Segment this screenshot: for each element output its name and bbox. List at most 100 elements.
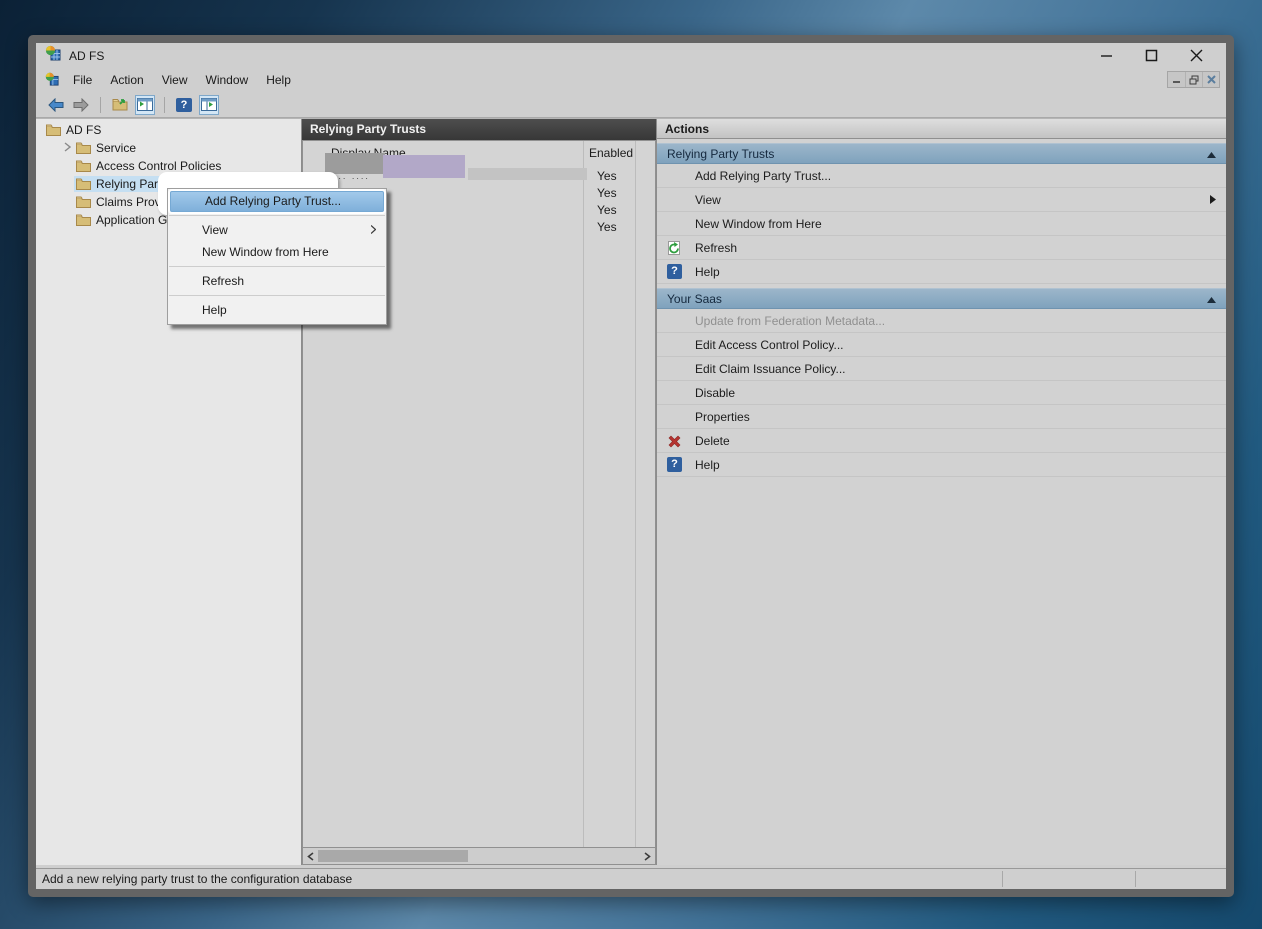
redaction-block-gray	[325, 153, 385, 174]
menu-item-new-window-from-here[interactable]: New Window from Here	[168, 241, 386, 263]
column-divider[interactable]	[635, 141, 636, 847]
folder-icon	[76, 160, 91, 172]
folder-icon	[46, 124, 61, 136]
action-label: Delete	[695, 429, 730, 453]
list-cell-enabled: Yes	[597, 169, 617, 183]
status-bar-divider	[1002, 871, 1003, 887]
child-minimize-icon[interactable]	[1168, 72, 1185, 87]
action-label: Disable	[695, 381, 735, 405]
chevron-right-icon[interactable]	[60, 141, 74, 155]
list-cell-enabled: Yes	[597, 220, 617, 234]
action-label: Edit Access Control Policy...	[695, 333, 844, 357]
menu-file[interactable]: File	[64, 70, 101, 90]
action-disable[interactable]: Disable	[657, 381, 1226, 405]
list-cell-enabled: Yes	[597, 186, 617, 200]
actions-section-your-saas[interactable]: Your Saas	[657, 288, 1226, 309]
action-label: Refresh	[695, 236, 737, 260]
list-cell-enabled: Yes	[597, 203, 617, 217]
action-add-relying-party-trust[interactable]: Add Relying Party Trust...	[657, 164, 1226, 188]
menu-item-label: View	[202, 219, 228, 241]
collapse-icon[interactable]	[1207, 144, 1216, 164]
action-label: New Window from Here	[695, 212, 822, 236]
section-title: Relying Party Trusts	[667, 144, 774, 164]
menu-item-view[interactable]: View	[168, 219, 386, 241]
help-icon: ?	[667, 264, 682, 279]
tree-label: Access Control Policies	[96, 159, 221, 173]
action-edit-claim-issuance-policy[interactable]: Edit Claim Issuance Policy...	[657, 357, 1226, 381]
desktop: AD FS	[0, 0, 1262, 929]
help-toolbar-icon[interactable]: ?	[174, 95, 194, 115]
forward-icon[interactable]	[71, 95, 91, 115]
action-label: Update from Federation Metadata...	[695, 309, 885, 333]
title-bar[interactable]: AD FS	[36, 43, 1226, 68]
action-delete[interactable]: Delete	[657, 429, 1226, 453]
menu-bar: File Action View Window Help	[36, 68, 1226, 92]
action-update-from-federation-metadata: Update from Federation Metadata...	[657, 309, 1226, 333]
close-icon[interactable]	[1188, 48, 1204, 64]
menu-separator	[169, 266, 385, 267]
actions-section-relying-party-trusts[interactable]: Relying Party Trusts	[657, 143, 1226, 164]
action-refresh[interactable]: Refresh	[657, 236, 1226, 260]
folder-icon	[76, 214, 91, 226]
action-label: Help	[695, 453, 720, 477]
scroll-right-icon[interactable]	[640, 848, 655, 864]
child-close-icon[interactable]	[1202, 72, 1219, 87]
action-help[interactable]: ? Help	[657, 260, 1226, 284]
status-text: Add a new relying party trust to the con…	[42, 872, 352, 886]
column-header-enabled[interactable]: Enabled	[589, 146, 633, 160]
child-window-buttons	[1167, 71, 1220, 88]
menu-separator	[169, 215, 385, 216]
adfs-app-icon	[45, 45, 61, 66]
submenu-arrow-icon	[371, 219, 376, 241]
toolbar-separator	[164, 97, 165, 113]
action-edit-access-control-policy[interactable]: Edit Access Control Policy...	[657, 333, 1226, 357]
menu-item-refresh[interactable]: Refresh	[168, 270, 386, 292]
child-restore-icon[interactable]	[1185, 72, 1202, 87]
show-hide-action-pane-icon[interactable]	[199, 95, 219, 115]
collapse-icon[interactable]	[1207, 289, 1216, 309]
menu-item-label: Refresh	[202, 270, 244, 292]
menu-item-label: Add Relying Party Trust...	[205, 191, 341, 212]
menu-action[interactable]: Action	[101, 70, 152, 90]
tree-item-adfs-root[interactable]: AD FS	[36, 121, 301, 139]
tree-item-service[interactable]: Service	[36, 139, 301, 157]
redaction-block-purple	[383, 155, 465, 178]
show-hide-console-tree-icon[interactable]	[135, 95, 155, 115]
action-help-saas[interactable]: ? Help	[657, 453, 1226, 477]
action-label: Help	[695, 260, 720, 284]
action-view[interactable]: View	[657, 188, 1226, 212]
adfs-console-window: AD FS	[28, 35, 1234, 897]
menu-window[interactable]: Window	[197, 70, 258, 90]
submenu-arrow-icon	[1210, 188, 1216, 212]
action-properties[interactable]: Properties	[657, 405, 1226, 429]
tree-label: AD FS	[66, 123, 101, 137]
menu-separator	[169, 295, 385, 296]
action-label: Properties	[695, 405, 750, 429]
export-list-icon[interactable]	[110, 95, 130, 115]
redaction-block-light	[468, 168, 587, 180]
menu-item-add-relying-party-trust[interactable]: Add Relying Party Trust...	[170, 191, 384, 212]
folder-icon	[76, 178, 91, 190]
caption-buttons	[1098, 48, 1226, 64]
menu-help[interactable]: Help	[257, 70, 300, 90]
column-divider[interactable]	[583, 141, 584, 847]
minimize-icon[interactable]	[1098, 48, 1114, 64]
toolbar: ?	[36, 92, 1226, 118]
back-icon[interactable]	[46, 95, 66, 115]
window-title: AD FS	[69, 49, 104, 63]
adfs-app-icon-small	[45, 72, 59, 89]
menu-item-help[interactable]: Help	[168, 299, 386, 321]
tree-label: Service	[96, 141, 136, 155]
action-label: View	[695, 188, 721, 212]
actions-pane-title: Actions	[657, 119, 1226, 139]
results-pane-title: Relying Party Trusts	[302, 119, 656, 140]
question-mark-icon: ?	[176, 98, 192, 112]
folder-icon	[76, 142, 91, 154]
action-new-window-from-here[interactable]: New Window from Here	[657, 212, 1226, 236]
scroll-left-icon[interactable]	[303, 848, 318, 864]
maximize-icon[interactable]	[1143, 48, 1159, 64]
menu-view[interactable]: View	[153, 70, 197, 90]
horizontal-scrollbar[interactable]	[302, 847, 656, 865]
scrollbar-thumb[interactable]	[318, 850, 468, 862]
menu-item-label: New Window from Here	[202, 241, 329, 263]
